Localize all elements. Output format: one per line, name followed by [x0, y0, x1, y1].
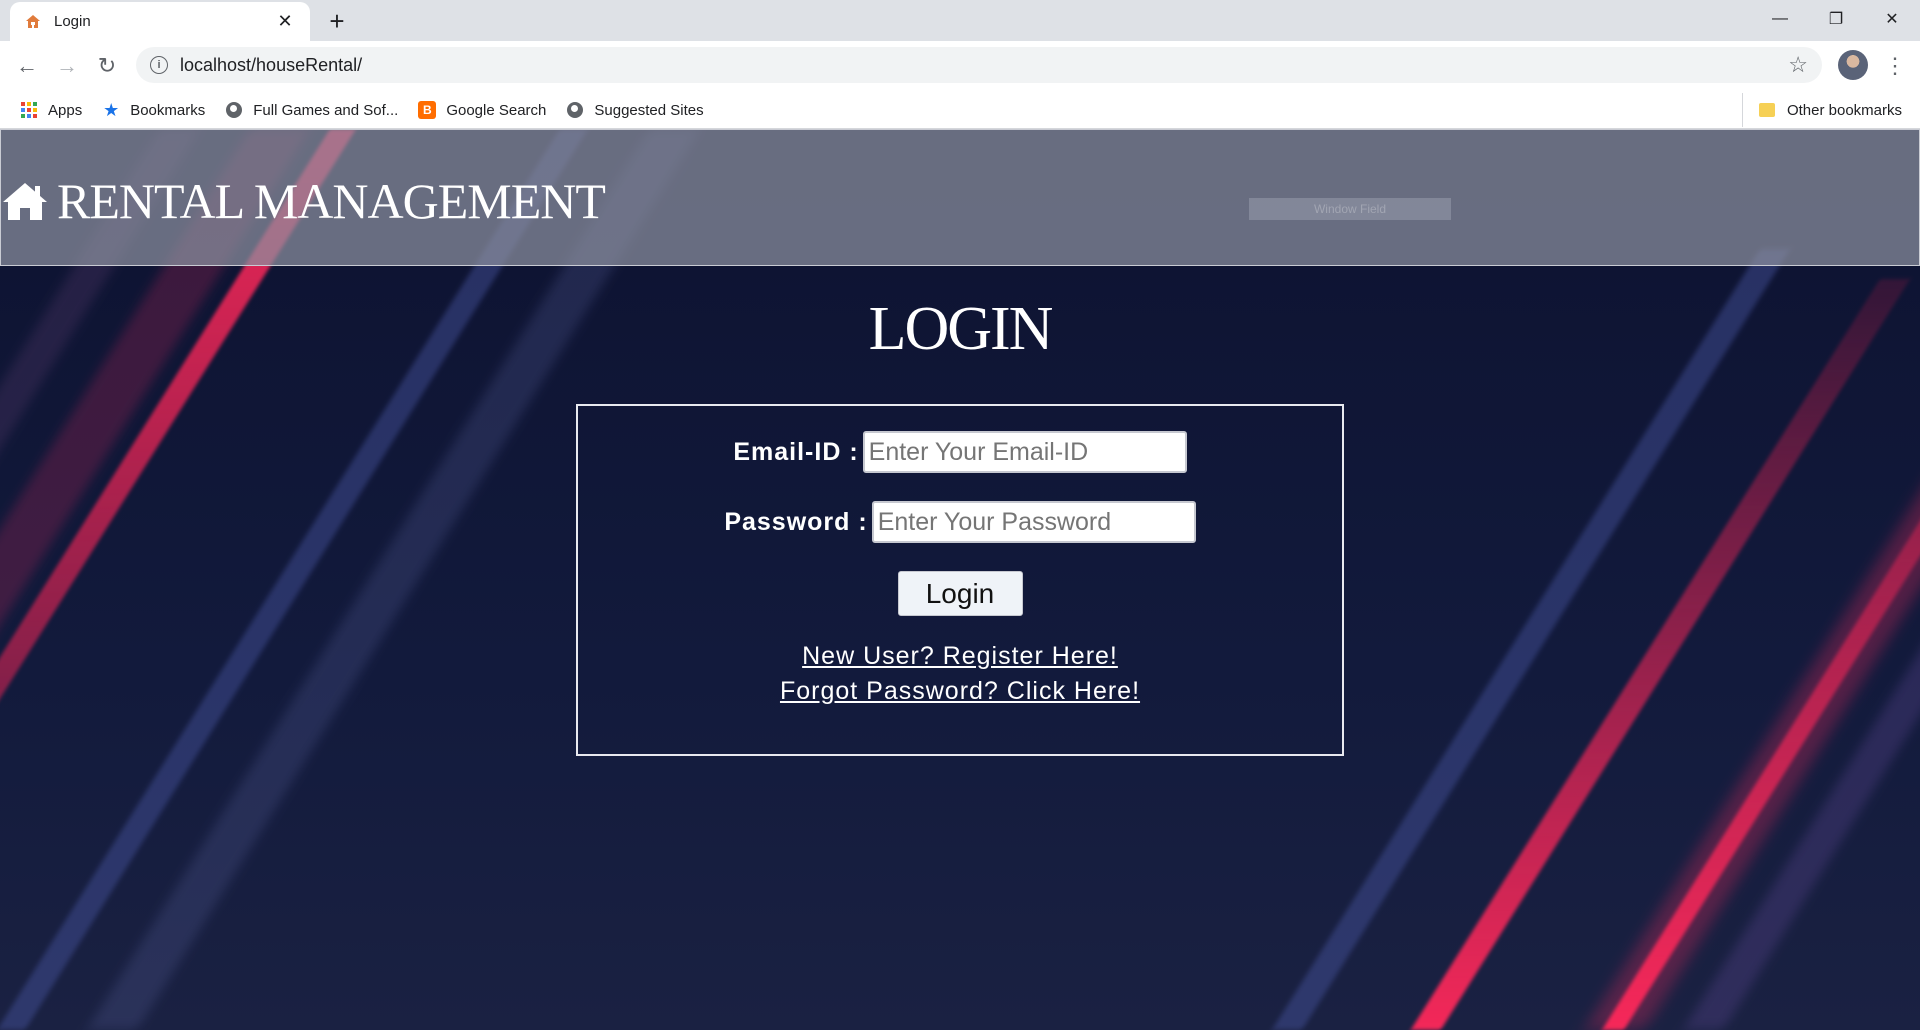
window-controls: — ❐ ✕	[1752, 0, 1920, 38]
login-form: Email-ID : Password : Login New User? Re…	[576, 404, 1344, 756]
site-info-icon[interactable]: i	[150, 56, 168, 74]
register-link[interactable]: New User? Register Here!	[802, 642, 1118, 671]
new-tab-button[interactable]: +	[322, 6, 352, 36]
bookmark-apps[interactable]: Apps	[20, 101, 82, 119]
bookmark-label: Google Search	[446, 101, 547, 119]
faint-overlay-box: Window Field	[1249, 198, 1451, 220]
browser-menu-icon[interactable]: ⋮	[1880, 49, 1910, 83]
bookmark-label: Full Games and Sof...	[253, 101, 399, 119]
other-bookmarks-label: Other bookmarks	[1786, 101, 1902, 119]
bookmark-star-icon[interactable]: ☆	[1788, 52, 1808, 78]
url-text[interactable]: localhost/houseRental/	[180, 55, 1788, 76]
forgot-row: Forgot Password? Click Here!	[578, 677, 1342, 706]
globe-icon	[225, 101, 243, 119]
register-row: New User? Register Here!	[578, 642, 1342, 671]
browser-tab[interactable]: Login ✕	[10, 2, 310, 41]
home-icon	[3, 183, 47, 220]
login-button-row: Login	[578, 571, 1342, 616]
bookmark-google-search[interactable]: B Google Search	[418, 101, 546, 119]
minimize-icon[interactable]: —	[1752, 0, 1808, 38]
restore-icon[interactable]: ❐	[1808, 0, 1864, 38]
reload-icon[interactable]: ↻	[90, 49, 124, 83]
email-row: Email-ID :	[578, 431, 1342, 473]
page-viewport: RENTAL MANAGEMENT Window Field LOGIN Ema…	[0, 129, 1920, 1030]
star-icon: ★	[103, 99, 120, 120]
password-input[interactable]	[871, 501, 1196, 543]
brand[interactable]: RENTAL MANAGEMENT	[1, 172, 606, 230]
forgot-password-link[interactable]: Forgot Password? Click Here!	[780, 677, 1140, 706]
forward-icon[interactable]: →	[50, 49, 84, 83]
site-header: RENTAL MANAGEMENT Window Field	[0, 129, 1920, 266]
close-window-icon[interactable]: ✕	[1864, 0, 1920, 38]
house-favicon-icon	[24, 13, 42, 31]
bookmark-label: Suggested Sites	[594, 101, 704, 119]
apps-grid-icon	[20, 101, 38, 119]
email-label: Email-ID :	[733, 437, 859, 466]
folder-icon	[1758, 103, 1775, 117]
blogger-icon: B	[418, 101, 437, 119]
bookmark-full-games[interactable]: Full Games and Sof...	[225, 101, 398, 119]
bookmark-label: Bookmarks	[130, 101, 206, 119]
other-bookmarks[interactable]: Other bookmarks	[1741, 93, 1902, 127]
email-input[interactable]	[862, 431, 1187, 473]
bookmark-suggested-sites[interactable]: Suggested Sites	[566, 101, 704, 119]
back-icon[interactable]: ←	[10, 49, 44, 83]
password-row: Password :	[578, 501, 1342, 543]
close-tab-icon[interactable]: ✕	[274, 11, 296, 32]
brand-title: RENTAL MANAGEMENT	[57, 173, 606, 229]
globe-icon	[566, 101, 584, 119]
browser-tab-bar: Login ✕ + — ❐ ✕	[0, 0, 1920, 41]
browser-toolbar: ← → ↻ i localhost/houseRental/ ☆ ⋮ Apps …	[0, 41, 1920, 129]
bookmark-label: Apps	[48, 101, 83, 119]
bookmark-bookmarks[interactable]: ★ Bookmarks	[102, 99, 206, 120]
profile-avatar[interactable]	[1838, 50, 1868, 80]
login-button[interactable]: Login	[897, 571, 1023, 616]
address-bar[interactable]: i localhost/houseRental/ ☆	[136, 47, 1822, 83]
tab-title: Login	[54, 13, 91, 30]
password-label: Password :	[724, 507, 868, 536]
page-title: LOGIN	[868, 295, 1054, 363]
bookmarks-bar: Apps ★ Bookmarks Full Games and Sof... B…	[0, 93, 1920, 127]
